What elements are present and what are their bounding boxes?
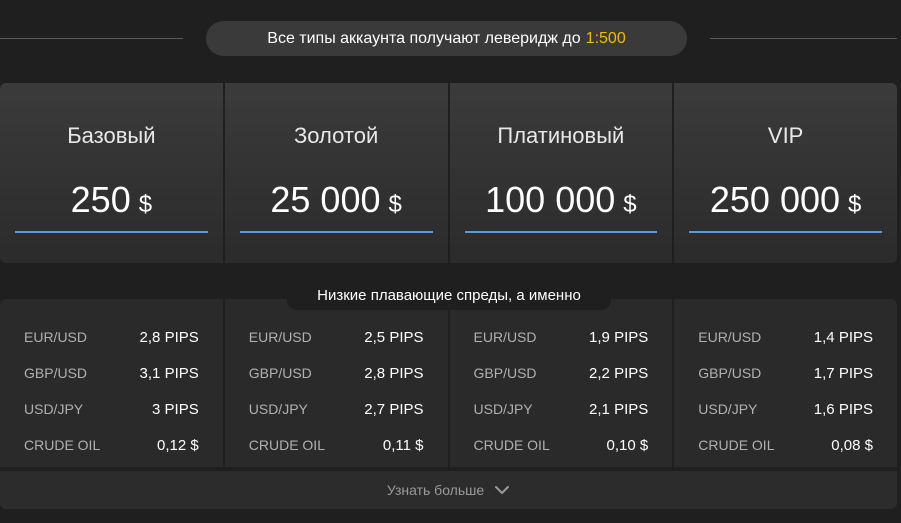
plan-name: Золотой: [294, 123, 379, 148]
spread-row: CRUDE OIL 0,10 $: [450, 427, 673, 463]
spread-value: 2,8 PIPS: [364, 364, 424, 382]
spread-pair: USD/JPY: [698, 401, 758, 417]
spread-row: USD/JPY 2,7 PIPS: [225, 391, 448, 427]
plan-currency: $: [848, 191, 862, 218]
spread-column-platinum: EUR/USD 1,9 PIPS GBP/USD 2,2 PIPS USD/JPY 2…: [450, 299, 675, 467]
plan-name: VIP: [767, 123, 804, 148]
plan-underline: [464, 231, 658, 233]
spread-pair: CRUDE OIL: [473, 437, 550, 453]
spread-row: EUR/USD 1,9 PIPS: [450, 319, 673, 355]
plan-underline: [15, 231, 208, 233]
spread-row: CRUDE OIL 0,08 $: [674, 427, 897, 463]
learn-more-label: Узнать больше: [386, 482, 485, 498]
spreads-panel: EUR/USD 2,8 PIPS GBP/USD 3,1 PIPS USD/JPY 3…: [0, 299, 897, 467]
plan-currency: $: [138, 191, 153, 218]
plan-amount: 25 000 $: [240, 179, 433, 221]
spread-row: EUR/USD 1,4 PIPS: [674, 319, 897, 355]
spread-pair: USD/JPY: [24, 401, 84, 417]
plan-card-vip[interactable]: VIP 250 000 $: [674, 83, 897, 263]
leverage-banner: Все типы аккаунта получают леверидж до 1…: [206, 21, 687, 56]
spread-pair: EUR/USD: [24, 329, 88, 345]
account-types-page: Все типы аккаунта получают леверидж до 1…: [0, 0, 901, 523]
learn-more-button[interactable]: Узнать больше: [0, 471, 897, 509]
spread-pair: CRUDE OIL: [698, 437, 775, 453]
spread-row: USD/JPY 1,6 PIPS: [674, 391, 897, 427]
spread-value: 1,9 PIPS: [589, 328, 649, 346]
spread-row: EUR/USD 2,8 PIPS: [0, 319, 223, 355]
spread-pair: EUR/USD: [473, 329, 537, 345]
chevron-down-icon: [495, 486, 510, 494]
plan-name: Базовый: [67, 123, 156, 148]
leverage-text: Все типы аккаунта получают леверидж до: [267, 29, 581, 47]
spread-value: 3,1 PIPS: [139, 364, 199, 382]
spread-row: GBP/USD 2,2 PIPS: [450, 355, 673, 391]
spread-value: 0,08 $: [831, 436, 873, 454]
plan-underline: [689, 231, 882, 233]
spread-value: 0,12 $: [157, 436, 199, 454]
spread-value: 2,5 PIPS: [364, 328, 424, 346]
plan-card-platinum[interactable]: Платиновый 100 000 $: [450, 83, 675, 263]
spread-pair: GBP/USD: [24, 365, 88, 381]
spread-column-vip: EUR/USD 1,4 PIPS GBP/USD 1,7 PIPS USD/JPY 1…: [674, 299, 897, 467]
spread-row: USD/JPY 3 PIPS: [0, 391, 223, 427]
spread-row: CRUDE OIL 0,11 $: [225, 427, 448, 463]
spread-column-gold: EUR/USD 2,5 PIPS GBP/USD 2,8 PIPS USD/JPY 2…: [225, 299, 450, 467]
spread-value: 0,10 $: [606, 436, 649, 454]
spread-value: 2,2 PIPS: [589, 364, 649, 382]
spread-value: 1,7 PIPS: [813, 364, 873, 382]
spread-pair: GBP/USD: [698, 365, 762, 381]
spread-row: CRUDE OIL 0,12 $: [0, 427, 223, 463]
plan-card-basic[interactable]: Базовый 250 $: [0, 83, 225, 263]
plan-amount-value: 25 000: [270, 179, 381, 220]
plan-currency: $: [623, 191, 637, 218]
plan-amount-value: 250 000: [709, 179, 841, 220]
divider-right: [710, 38, 897, 39]
spread-value: 2,7 PIPS: [364, 400, 424, 418]
spread-value: 0,11 $: [382, 436, 424, 454]
spread-pair: EUR/USD: [248, 329, 312, 345]
spread-pair: GBP/USD: [473, 365, 537, 381]
plan-amount-value: 100 000: [485, 179, 616, 220]
plans-panel: Базовый 250 $ Золотой 25 000 $ Платиновый …: [0, 83, 897, 263]
spreads-title: Низкие плавающие спреды, а именно: [287, 281, 611, 310]
spread-value: 2,1 PIPS: [589, 400, 649, 418]
plan-name: Платиновый: [497, 123, 625, 148]
plan-amount: 100 000 $: [465, 179, 658, 221]
spread-pair: EUR/USD: [698, 329, 762, 345]
spread-value: 1,4 PIPS: [813, 328, 873, 346]
spread-row: GBP/USD 2,8 PIPS: [225, 355, 448, 391]
spread-pair: CRUDE OIL: [24, 437, 101, 453]
spread-pair: USD/JPY: [248, 401, 308, 417]
plan-card-gold[interactable]: Золотой 25 000 $: [225, 83, 450, 263]
spread-value: 3 PIPS: [152, 400, 199, 418]
plan-amount: 250 000 $: [689, 179, 882, 221]
spread-row: GBP/USD 3,1 PIPS: [0, 355, 223, 391]
plan-underline: [239, 231, 433, 233]
spread-pair: GBP/USD: [248, 365, 312, 381]
divider-left: [0, 38, 183, 39]
spread-value: 2,8 PIPS: [139, 328, 199, 346]
spread-row: EUR/USD 2,5 PIPS: [225, 319, 448, 355]
plan-amount: 250 $: [15, 179, 208, 221]
spread-column-basic: EUR/USD 2,8 PIPS GBP/USD 3,1 PIPS USD/JPY 3…: [0, 299, 225, 467]
spread-row: USD/JPY 2,1 PIPS: [450, 391, 673, 427]
leverage-value: 1:500: [585, 29, 626, 47]
spread-pair: USD/JPY: [473, 401, 533, 417]
spread-pair: CRUDE OIL: [248, 437, 325, 453]
spread-row: GBP/USD 1,7 PIPS: [674, 355, 897, 391]
plan-currency: $: [388, 191, 402, 218]
spread-value: 1,6 PIPS: [813, 400, 873, 418]
plan-amount-value: 250: [70, 179, 131, 220]
